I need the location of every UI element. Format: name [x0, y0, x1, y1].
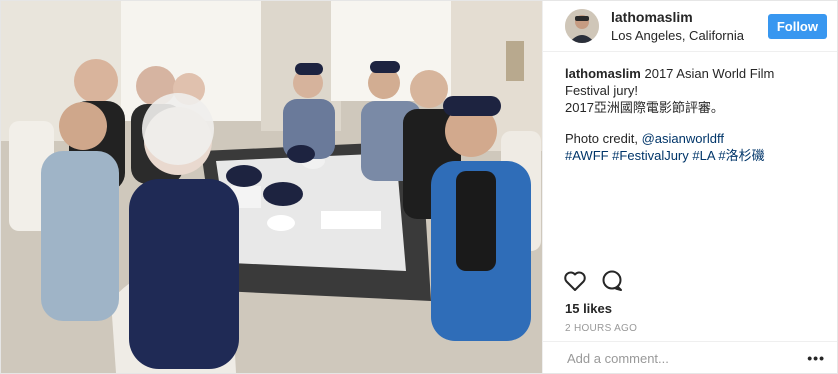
- comment-input[interactable]: [565, 349, 808, 367]
- post-sidebar: lathomaslim Los Angeles, California Foll…: [542, 1, 837, 373]
- comment-icon[interactable]: [601, 270, 623, 297]
- likes-count[interactable]: 15 likes: [565, 301, 612, 316]
- avatar[interactable]: [565, 9, 599, 43]
- caption-username[interactable]: lathomaslim: [565, 66, 641, 81]
- mention-link[interactable]: @asianworldff: [642, 131, 724, 146]
- post-photo[interactable]: [1, 1, 542, 373]
- post-actions: [563, 270, 623, 297]
- more-options-icon[interactable]: •••: [807, 350, 825, 366]
- comment-bar: •••: [543, 341, 837, 374]
- photo-illustration: [1, 1, 542, 373]
- post-timestamp[interactable]: 2 HOURS AGO: [565, 323, 637, 334]
- instagram-post: lathomaslim Los Angeles, California Foll…: [0, 0, 838, 374]
- credit-prefix: Photo credit,: [565, 131, 642, 146]
- hashtags-link[interactable]: #AWFF #FestivalJury #LA #洛杉磯: [565, 147, 817, 164]
- avatar-image: [565, 9, 599, 43]
- post-header: lathomaslim Los Angeles, California Foll…: [543, 1, 837, 52]
- post-location[interactable]: Los Angeles, California: [611, 28, 768, 43]
- header-user-info: lathomaslim Los Angeles, California: [611, 9, 768, 43]
- follow-button[interactable]: Follow: [767, 13, 827, 39]
- caption-line-2: 2017亞洲國際電影節評審。: [565, 100, 724, 115]
- post-caption: lathomaslim 2017 Asian World Film Festiv…: [543, 52, 837, 164]
- heart-icon[interactable]: [563, 270, 587, 297]
- header-username[interactable]: lathomaslim: [611, 9, 768, 25]
